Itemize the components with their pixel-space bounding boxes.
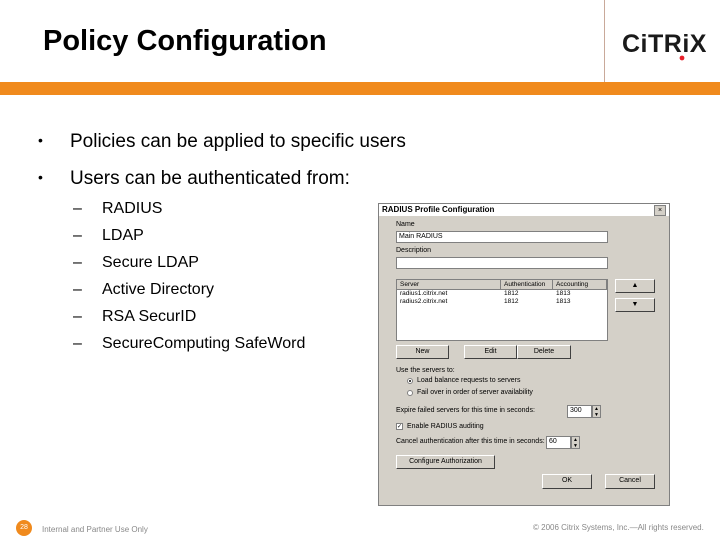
load-balance-label: Load balance requests to servers <box>417 377 521 384</box>
page-title: Policy Configuration <box>43 25 327 57</box>
failover-label: Fail over in order of server availabilit… <box>417 389 533 396</box>
bullet-2: • Users can be authenticated from: <box>38 168 350 190</box>
table-cell: 1813 <box>556 298 571 305</box>
column-header[interactable]: Authentication <box>501 280 553 289</box>
close-icon[interactable]: × <box>654 205 666 216</box>
new-button[interactable]: New <box>396 345 449 359</box>
cancel-button[interactable]: Cancel <box>605 474 655 489</box>
table-cell: 1812 <box>504 290 519 297</box>
delete-button[interactable]: Delete <box>517 345 571 359</box>
sub-bullet-text: Active Directory <box>102 281 215 298</box>
sub-bullet-text: RADIUS <box>102 200 163 217</box>
bullet-dot: • <box>38 169 43 185</box>
table-cell: 1813 <box>556 290 571 297</box>
expire-label: Expire failed servers for this time in s… <box>396 407 535 414</box>
bullet-text: Policies can be applied to specific user… <box>70 131 406 152</box>
ok-button[interactable]: OK <box>542 474 592 489</box>
sub-bullet-safeword: – SecureComputing SafeWord <box>73 335 305 353</box>
description-field[interactable] <box>396 257 608 269</box>
enable-auditing-label: Enable RADIUS auditing <box>407 423 484 430</box>
sub-bullet-text: SecureComputing SafeWord <box>102 335 306 352</box>
footer-copyright: © 2006 Citrix Systems, Inc.—All rights r… <box>533 523 704 532</box>
sub-dash: – <box>73 281 82 298</box>
radius-profile-dialog: RADIUS Profile Configuration × Name Main… <box>378 203 670 506</box>
sub-bullet-text: Secure LDAP <box>102 254 199 271</box>
citrix-logo: CiTRiX <box>622 30 706 61</box>
page-number-badge: 28 <box>16 520 32 536</box>
table-row[interactable]: radius1.citrix.net 1812 1813 <box>397 290 607 298</box>
sub-dash: – <box>73 227 82 244</box>
description-label: Description <box>396 247 432 254</box>
move-up-button[interactable]: ▲ <box>615 279 655 293</box>
spin-down-icon: ▼ <box>573 443 578 449</box>
sub-bullet-radius: – RADIUS <box>73 200 162 218</box>
edit-button[interactable]: Edit <box>464 345 517 359</box>
down-arrow-icon: ▼ <box>631 301 639 308</box>
enable-auditing-checkbox[interactable]: ✓ <box>396 423 403 430</box>
up-arrow-icon: ▲ <box>631 282 639 289</box>
sub-bullet-secure-ldap: – Secure LDAP <box>73 254 199 272</box>
sub-dash: – <box>73 200 82 217</box>
sub-bullet-ldap: – LDAP <box>73 227 144 245</box>
expire-input[interactable]: 300 <box>567 405 592 418</box>
header-divider <box>604 0 605 82</box>
citrix-logo-text: CiTRiX <box>622 30 706 58</box>
footer-confidentiality: Internal and Partner Use Only <box>42 525 148 534</box>
table-cell: 1812 <box>504 298 519 305</box>
sub-bullet-active-directory: – Active Directory <box>73 281 214 299</box>
dialog-title: RADIUS Profile Configuration <box>382 205 495 214</box>
table-cell: radius2.citrix.net <box>400 298 448 305</box>
accent-bar <box>0 82 720 95</box>
use-servers-label: Use the servers to: <box>396 367 455 374</box>
spin-down-icon: ▼ <box>594 412 599 418</box>
cancel-auth-label: Cancel authentication after this time in… <box>396 438 545 445</box>
name-label: Name <box>396 221 415 228</box>
bullet-text: Users can be authenticated from: <box>70 168 350 189</box>
citrix-logo-dot <box>679 55 685 61</box>
cancel-auth-spinner[interactable]: ▲ ▼ <box>571 436 580 449</box>
server-table[interactable]: Server Authentication Accounting radius1… <box>396 279 608 341</box>
column-header[interactable]: Server <box>397 280 501 289</box>
sub-bullet-text: RSA SecurID <box>102 308 197 325</box>
load-balance-radio[interactable] <box>407 378 413 384</box>
bullet-1: • Policies can be applied to specific us… <box>38 131 406 153</box>
name-field[interactable]: Main RADIUS <box>396 231 608 243</box>
sub-dash: – <box>73 335 82 352</box>
dialog-title-bar: RADIUS Profile Configuration × <box>379 204 669 216</box>
sub-bullet-text: LDAP <box>102 227 144 244</box>
cancel-auth-input[interactable]: 60 <box>546 436 571 449</box>
move-down-button[interactable]: ▼ <box>615 298 655 312</box>
server-table-header: Server Authentication Accounting <box>397 280 607 290</box>
sub-bullet-rsa: – RSA SecurID <box>73 308 196 326</box>
table-cell: radius1.citrix.net <box>400 290 448 297</box>
column-header[interactable]: Accounting <box>553 280 607 289</box>
configure-authorization-button[interactable]: Configure Authorization <box>396 455 495 469</box>
failover-radio[interactable] <box>407 390 413 396</box>
sub-dash: – <box>73 308 82 325</box>
sub-dash: – <box>73 254 82 271</box>
bullet-dot: • <box>38 132 43 148</box>
table-row[interactable]: radius2.citrix.net 1812 1813 <box>397 298 607 306</box>
expire-spinner[interactable]: ▲ ▼ <box>592 405 601 418</box>
